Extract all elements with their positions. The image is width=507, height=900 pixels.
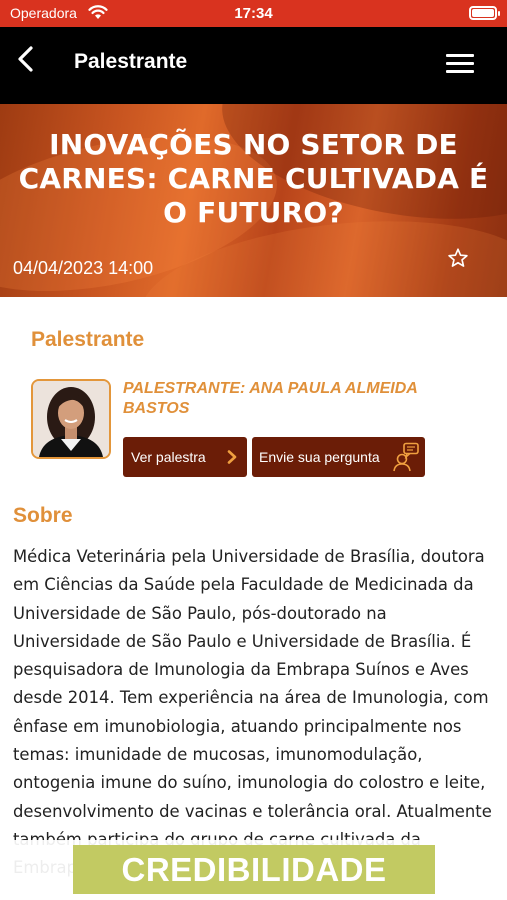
ask-question-icon bbox=[393, 442, 419, 472]
back-chevron-icon[interactable] bbox=[14, 45, 38, 73]
navigation-bar: Palestrante bbox=[0, 27, 507, 104]
talk-datetime: 04/04/2023 14:00 bbox=[13, 258, 154, 278]
talk-title: INOVAÇÕES NO SETOR DE CARNES: CARNE CULT… bbox=[18, 128, 489, 229]
sponsor-banner[interactable]: CREDIBILIDADE bbox=[73, 845, 435, 894]
about-section-heading: Sobre bbox=[13, 504, 73, 527]
about-text: Médica Veterinária pela Universidade de … bbox=[13, 547, 492, 877]
sponsor-banner-text: CREDIBILIDADE bbox=[121, 850, 387, 888]
view-talk-label: Ver palestra bbox=[131, 449, 206, 465]
status-time: 17:34 bbox=[234, 5, 273, 22]
star-outline-icon[interactable] bbox=[447, 247, 469, 269]
speaker-section-heading: Palestrante bbox=[31, 328, 145, 351]
view-talk-button[interactable]: Ver palestra bbox=[123, 437, 247, 477]
battery-icon bbox=[469, 6, 500, 20]
speaker-avatar bbox=[31, 379, 111, 459]
status-bar: Operadora 17:34 bbox=[0, 0, 507, 27]
chevron-right-icon bbox=[227, 450, 237, 464]
speaker-name[interactable]: PALESTRANTE: ANA PAULA ALMEIDA BASTOS bbox=[123, 379, 463, 419]
talk-banner: INOVAÇÕES NO SETOR DE CARNES: CARNE CULT… bbox=[0, 104, 507, 297]
hamburger-menu-icon[interactable] bbox=[446, 52, 474, 74]
content-area: Palestrante PALESTRANTE: ANA PAULA ALMEI… bbox=[0, 297, 507, 900]
page-title: Palestrante bbox=[74, 50, 188, 73]
ask-question-button[interactable]: Envie sua pergunta bbox=[252, 437, 425, 477]
ask-question-label: Envie sua pergunta bbox=[259, 449, 380, 465]
